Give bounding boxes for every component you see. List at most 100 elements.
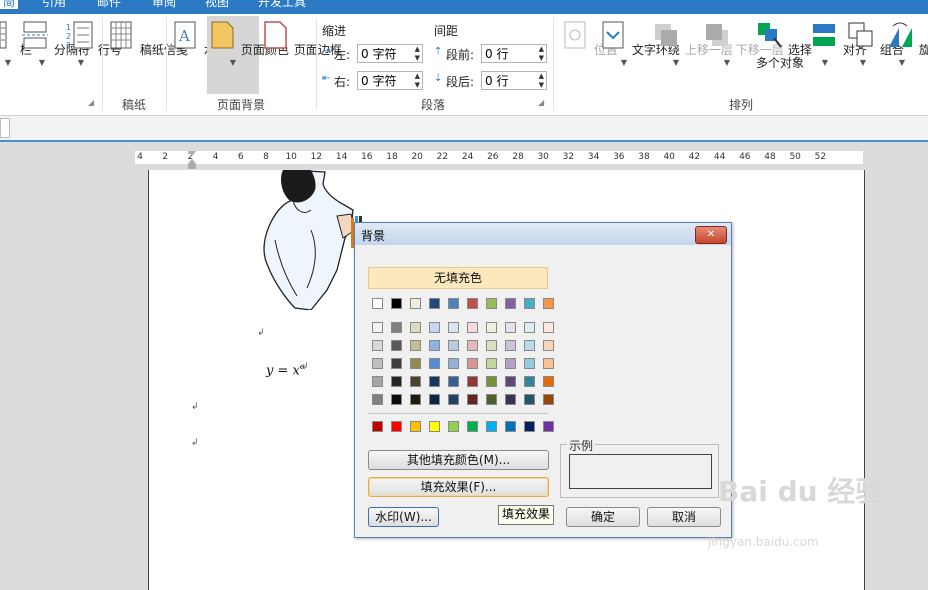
shade-color-swatch[interactable] — [372, 394, 383, 405]
indent-left-input[interactable]: 0 字符 ▲ ▼ — [357, 44, 423, 63]
shade-color-swatch[interactable] — [467, 394, 478, 405]
shade-color-swatch[interactable] — [505, 376, 516, 387]
page-borders-button[interactable]: 页面边框 — [260, 20, 342, 57]
columns-button[interactable]: 栏 ▼ — [0, 20, 32, 67]
standard-color-swatch[interactable] — [486, 421, 497, 432]
standard-color-swatch[interactable] — [391, 421, 402, 432]
cancel-button[interactable]: 取消 — [647, 507, 721, 527]
spacing-before-input[interactable]: 0 行 ▲ ▼ — [481, 44, 547, 63]
shade-color-swatch[interactable] — [410, 376, 421, 387]
dialog-title-bar[interactable]: 背景 ✕ — [355, 223, 731, 245]
shade-color-swatch[interactable] — [372, 376, 383, 387]
shade-color-swatch[interactable] — [543, 340, 554, 351]
shade-color-swatch[interactable] — [543, 358, 554, 369]
shade-color-swatch[interactable] — [524, 376, 535, 387]
shade-color-swatch[interactable] — [372, 340, 383, 351]
indent-marker-icon[interactable] — [187, 151, 197, 169]
shade-color-swatch[interactable] — [505, 358, 516, 369]
dialog-launcher-icon[interactable]: ◢ — [538, 98, 544, 107]
standard-color-swatch[interactable] — [505, 421, 516, 432]
tab-view[interactable]: 视图 — [205, 0, 229, 9]
shade-color-swatch[interactable] — [467, 376, 478, 387]
select-objects-button[interactable]: 选择 多个对象 — [754, 20, 812, 70]
shade-color-swatch[interactable] — [410, 340, 421, 351]
shade-color-swatch[interactable] — [429, 340, 440, 351]
shade-color-swatch[interactable] — [372, 322, 383, 333]
tab-mailings[interactable]: 邮件 — [97, 0, 121, 9]
breaks-button[interactable]: 分隔符 ▼ — [20, 20, 90, 67]
shade-color-swatch[interactable] — [448, 394, 459, 405]
shade-color-swatch[interactable] — [391, 394, 402, 405]
close-icon[interactable]: ✕ — [695, 226, 727, 244]
shade-color-swatch[interactable] — [410, 322, 421, 333]
fill-effects-button[interactable]: 填充效果(F)... — [368, 477, 549, 497]
collapse-handle[interactable] — [0, 118, 10, 138]
shade-color-swatch[interactable] — [391, 358, 402, 369]
shade-color-swatch[interactable] — [410, 358, 421, 369]
shade-color-swatch[interactable] — [429, 358, 440, 369]
theme-color-swatch[interactable] — [448, 298, 459, 309]
shade-color-swatch[interactable] — [524, 322, 535, 333]
standard-color-swatch[interactable] — [410, 421, 421, 432]
tab-developer[interactable]: 开发工具 — [258, 0, 306, 9]
spinner-arrows-icon[interactable]: ▲ ▼ — [539, 72, 544, 90]
indent-right-input[interactable]: 0 字符 ▲ ▼ — [357, 71, 423, 90]
standard-color-swatch[interactable] — [448, 421, 459, 432]
shade-color-swatch[interactable] — [486, 322, 497, 333]
shade-color-swatch[interactable] — [486, 358, 497, 369]
shade-color-swatch[interactable] — [448, 358, 459, 369]
shade-color-swatch[interactable] — [486, 376, 497, 387]
shade-color-swatch[interactable] — [429, 394, 440, 405]
standard-color-swatch[interactable] — [467, 421, 478, 432]
shade-color-swatch[interactable] — [505, 340, 516, 351]
shade-color-swatch[interactable] — [429, 376, 440, 387]
dialog-launcher-icon[interactable]: ◢ — [88, 98, 94, 107]
no-fill-button[interactable]: 无填充色 — [368, 267, 548, 289]
shade-color-swatch[interactable] — [543, 394, 554, 405]
bring-forward-button[interactable]: 上移一层 ▼ — [651, 20, 733, 67]
spacing-after-input[interactable]: 0 行 ▲ ▼ — [481, 71, 547, 90]
shade-color-swatch[interactable] — [391, 322, 402, 333]
spinner-arrows-icon[interactable]: ▲ ▼ — [415, 72, 420, 90]
theme-color-swatch[interactable] — [486, 298, 497, 309]
shade-color-swatch[interactable] — [467, 322, 478, 333]
align-button[interactable]: 对齐 ▼ — [809, 20, 867, 67]
spinner-arrows-icon[interactable]: ▲ ▼ — [415, 45, 420, 63]
shade-color-swatch[interactable] — [467, 358, 478, 369]
tab-references[interactable]: 引用 — [42, 0, 66, 9]
wrap-text-button[interactable]: 文字环绕 ▼ — [598, 20, 680, 67]
theme-color-swatch[interactable] — [391, 298, 402, 309]
shade-color-swatch[interactable] — [372, 358, 383, 369]
shade-color-swatch[interactable] — [410, 394, 421, 405]
theme-color-swatch[interactable] — [410, 298, 421, 309]
horizontal-ruler[interactable]: 4 2 2 4 6 8 10 12 14 16 18 20 22 24 26 28 30 32 34 36 38 40 42… — [135, 151, 863, 169]
standard-color-swatch[interactable] — [429, 421, 440, 432]
shade-color-swatch[interactable] — [524, 340, 535, 351]
theme-color-swatch[interactable] — [543, 298, 554, 309]
formula-text[interactable]: y = xe — [266, 362, 305, 378]
shade-color-swatch[interactable] — [505, 394, 516, 405]
shade-color-swatch[interactable] — [391, 376, 402, 387]
shade-color-swatch[interactable] — [429, 322, 440, 333]
shade-color-swatch[interactable] — [543, 376, 554, 387]
shade-color-swatch[interactable] — [448, 322, 459, 333]
shade-color-swatch[interactable] — [448, 340, 459, 351]
send-backward-button[interactable]: 下移一层 ▼ — [702, 20, 784, 67]
theme-color-swatch[interactable] — [524, 298, 535, 309]
shade-color-swatch[interactable] — [467, 340, 478, 351]
page-color-button[interactable]: 页面颜色 ▼ — [207, 16, 289, 94]
shade-color-swatch[interactable] — [505, 322, 516, 333]
shade-color-swatch[interactable] — [543, 322, 554, 333]
watermark-button[interactable]: A 水印 — [170, 20, 228, 57]
shade-color-swatch[interactable] — [391, 340, 402, 351]
theme-color-swatch[interactable] — [505, 298, 516, 309]
tab-review[interactable]: 审阅 — [152, 0, 176, 9]
shade-color-swatch[interactable] — [524, 358, 535, 369]
shade-color-swatch[interactable] — [486, 394, 497, 405]
standard-color-swatch[interactable] — [524, 421, 535, 432]
spinner-arrows-icon[interactable]: ▲ ▼ — [539, 45, 544, 63]
standard-color-swatch[interactable] — [372, 421, 383, 432]
manuscript-button[interactable]: 稿纸信笺 — [106, 20, 188, 57]
theme-color-swatch[interactable] — [372, 298, 383, 309]
shade-color-swatch[interactable] — [448, 376, 459, 387]
